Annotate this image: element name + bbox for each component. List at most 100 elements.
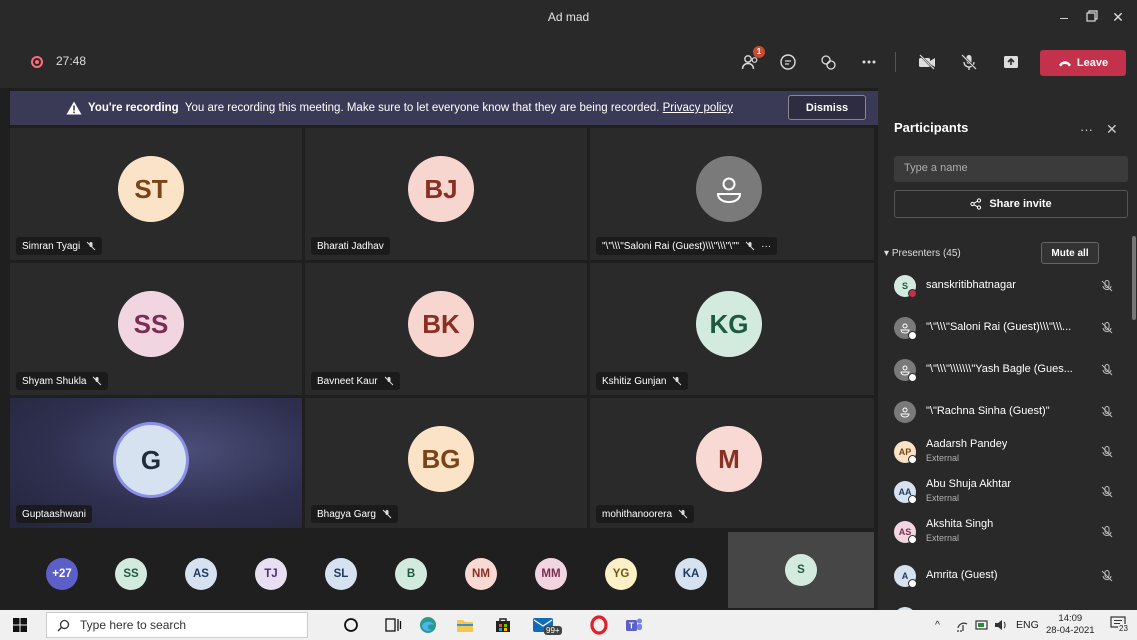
taskbar-search-box[interactable]: Type here to search — [46, 612, 308, 638]
participant-row[interactable]: S sanskritibhatnagar — [894, 268, 1120, 304]
strip-avatar[interactable]: B — [395, 558, 427, 590]
divider — [895, 52, 896, 72]
close-window-button[interactable]: ✕ — [1108, 9, 1128, 26]
strip-avatar[interactable]: AS — [185, 558, 217, 590]
video-tile[interactable]: BG Bhagya Garg — [305, 398, 587, 528]
video-tile[interactable]: SS Shyam Shukla — [10, 263, 302, 395]
volume-icon[interactable] — [994, 619, 1008, 631]
tray-chevron-up-icon[interactable]: ^ — [935, 619, 940, 631]
participant-row[interactable]: AA Abu Shuja Akhtar External — [894, 474, 1120, 510]
input-language[interactable]: ENG — [1016, 619, 1039, 631]
leave-button[interactable]: Leave — [1040, 50, 1126, 76]
mic-button[interactable] — [956, 50, 982, 74]
participant-name: Kshitiz Gunjan — [602, 375, 667, 387]
reactions-button[interactable] — [815, 50, 841, 74]
strip-avatar[interactable]: MM — [535, 558, 567, 590]
store-icon[interactable] — [493, 615, 513, 635]
clock-time: 14:09 — [1058, 613, 1083, 624]
presence-status-icon — [908, 373, 917, 382]
action-center-button[interactable]: 23 — [1110, 616, 1129, 634]
dismiss-button[interactable]: Dismiss — [788, 95, 866, 120]
participant-row[interactable]: AS Akshita Singh External — [894, 514, 1120, 550]
video-tile[interactable]: "\"\\\"Saloni Rai (Guest)\\\"\\\"\"" ··· — [590, 128, 874, 260]
video-tile[interactable]: M mohithanoorera — [590, 398, 874, 528]
recording-banner: You're recording You are recording this … — [10, 91, 878, 125]
participant-row[interactable]: "\"Rachna Sinha (Guest)" — [894, 394, 1120, 430]
camera-button[interactable] — [914, 50, 940, 74]
more-participants-avatar[interactable]: +27 — [46, 558, 78, 590]
video-tile[interactable]: BJ Bharati Jadhav — [305, 128, 587, 260]
participants-button[interactable]: 1 — [737, 46, 765, 74]
strip-avatar[interactable]: SL — [325, 558, 357, 590]
chat-button[interactable] — [775, 50, 801, 74]
camera-off-icon — [919, 54, 935, 70]
task-view-icon[interactable] — [383, 615, 403, 635]
mic-off-icon — [673, 376, 682, 386]
guest-avatar — [696, 156, 762, 222]
participant-row[interactable]: "\"\\\"\\\\\\\"Yash Bagle (Gues... — [894, 352, 1120, 388]
guest-person-icon — [716, 177, 742, 204]
mic-off-icon — [1101, 570, 1113, 582]
overflow-participant-strip: +27 SS AS TJ SL B NM MM YG KA S — [10, 530, 874, 608]
mic-off-icon — [1101, 406, 1113, 418]
chat-icon — [780, 54, 796, 70]
participant-name: Bhagya Garg — [317, 508, 376, 520]
participant-search-input[interactable]: Type a name — [894, 156, 1128, 182]
edge-browser-icon[interactable] — [418, 615, 438, 635]
mic-off-icon — [745, 241, 755, 251]
strip-avatar[interactable]: KA — [675, 558, 707, 590]
share-invite-button[interactable]: Share invite — [894, 190, 1128, 218]
self-video-tile[interactable]: S — [728, 532, 874, 608]
battery-icon[interactable] — [975, 619, 989, 631]
participant-name: "\"\\\"\\\\\\\"Yash Bagle (Gues... — [926, 363, 1073, 375]
presenters-count: Presenters (45) — [891, 248, 961, 259]
more-actions-button[interactable] — [856, 50, 882, 74]
presence-status-icon — [908, 455, 917, 464]
participant-name-chip: Guptaashwani — [16, 505, 92, 523]
panel-close-button[interactable]: ✕ — [1106, 121, 1118, 138]
svg-text:T: T — [629, 622, 634, 631]
strip-avatar[interactable]: TJ — [255, 558, 287, 590]
participant-row[interactable]: A Amrita (Guest) — [894, 558, 1120, 594]
mail-app-button[interactable]: 99+ — [530, 614, 564, 636]
participant-name: Abu Shuja Akhtar — [926, 478, 1012, 490]
participant-row[interactable]: "\"\\\"Saloni Rai (Guest)\\\"\\\... — [894, 310, 1120, 346]
mic-off-icon — [382, 509, 392, 519]
video-tile[interactable]: ST Simran Tyagi — [10, 128, 302, 260]
participant-row-partial[interactable] — [894, 600, 1120, 610]
mail-badge: 99+ — [544, 626, 562, 635]
panel-scrollbar[interactable] — [1132, 236, 1136, 320]
network-wifi-icon[interactable] — [955, 619, 969, 633]
video-tile-active-speaker[interactable]: G Guptaashwani — [10, 398, 302, 528]
strip-avatar[interactable]: NM — [465, 558, 497, 590]
video-tile[interactable]: KG Kshitiz Gunjan — [590, 263, 874, 395]
windows-taskbar: Type here to search 99+ T ^ ENG 14:09 28… — [0, 610, 1137, 640]
tile-more-icon[interactable]: ··· — [761, 241, 771, 252]
cortana-icon[interactable] — [341, 615, 361, 635]
mic-off-icon — [1101, 526, 1113, 538]
strip-avatar[interactable]: SS — [115, 558, 147, 590]
share-screen-button[interactable] — [998, 50, 1024, 74]
presenters-section-header[interactable]: ▾ Presenters (45) — [884, 248, 961, 259]
presence-status-icon — [908, 289, 917, 298]
taskbar-clock[interactable]: 14:09 28-04-2021 — [1046, 613, 1095, 637]
file-explorer-icon[interactable] — [455, 615, 475, 635]
participant-name-chip: Shyam Shukla — [16, 372, 109, 390]
restore-button[interactable] — [1082, 9, 1102, 25]
windows-start-icon[interactable] — [12, 617, 28, 633]
video-tile[interactable]: BK Bavneet Kaur — [305, 263, 587, 395]
participant-avatar: BJ — [408, 156, 474, 222]
participant-row[interactable]: AP Aadarsh Pandey External — [894, 434, 1120, 470]
mic-off-icon — [86, 241, 96, 251]
opera-icon[interactable] — [589, 615, 609, 635]
teams-icon[interactable]: T — [624, 615, 644, 635]
privacy-policy-link[interactable]: Privacy policy — [663, 102, 733, 114]
panel-more-button[interactable]: ··· — [1080, 122, 1093, 137]
mic-off-icon — [1101, 446, 1113, 458]
participant-name-chip: Bharati Jadhav — [311, 237, 390, 255]
participant-avatar: SS — [118, 291, 184, 357]
minimize-button[interactable]: – — [1054, 9, 1074, 25]
mute-all-button[interactable]: Mute all — [1041, 242, 1099, 264]
participant-org: External — [926, 533, 960, 543]
strip-avatar[interactable]: YG — [605, 558, 637, 590]
